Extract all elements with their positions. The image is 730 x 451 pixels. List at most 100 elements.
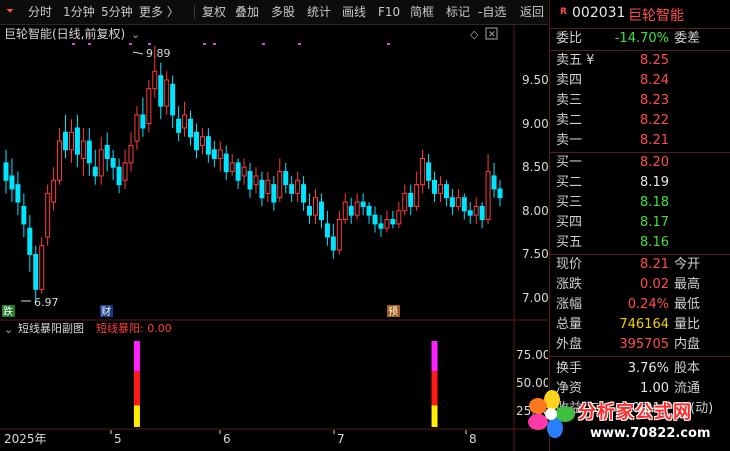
candle-body[interactable] bbox=[307, 205, 313, 216]
candle-body[interactable] bbox=[437, 184, 443, 194]
candle-body[interactable] bbox=[205, 136, 211, 155]
candle-body[interactable] bbox=[98, 149, 104, 177]
candle-body[interactable] bbox=[426, 162, 432, 181]
candle-body[interactable] bbox=[491, 175, 497, 190]
collapse-icon[interactable]: ⌄ bbox=[131, 28, 140, 41]
candle-body[interactable] bbox=[176, 118, 182, 133]
candle-body[interactable] bbox=[277, 171, 283, 199]
statistics-button[interactable]: 统计 bbox=[307, 0, 331, 24]
fuquan-button[interactable]: 复权 bbox=[202, 0, 226, 24]
kline-chart-svg[interactable]: 巨轮智能(日线,前复权) ⌄ ◇ ✕ 9.50 9.00 8.50 8.00 7… bbox=[0, 25, 548, 451]
candle-body[interactable] bbox=[140, 114, 146, 129]
candle-body[interactable] bbox=[86, 140, 92, 164]
candle-body[interactable] bbox=[485, 171, 491, 221]
candle-body[interactable] bbox=[152, 70, 158, 90]
candle-body[interactable] bbox=[116, 166, 122, 186]
buy5-row[interactable]: 买五 8.16 bbox=[550, 232, 730, 254]
candle-body[interactable] bbox=[68, 131, 74, 151]
candle-body[interactable] bbox=[295, 179, 301, 194]
candle-body[interactable] bbox=[15, 184, 21, 203]
candle-body[interactable] bbox=[128, 144, 134, 164]
remove-watchlist-button[interactable]: -自选 bbox=[478, 0, 506, 24]
subchart-collapse-icon[interactable]: ⌄ bbox=[4, 323, 13, 336]
candle-body[interactable] bbox=[348, 205, 354, 216]
candle-body[interactable] bbox=[170, 83, 176, 116]
candle-body[interactable] bbox=[199, 136, 205, 146]
candle-body[interactable] bbox=[378, 223, 384, 229]
candle-body[interactable] bbox=[390, 219, 396, 225]
candle-body[interactable] bbox=[63, 131, 69, 151]
draw-line-button[interactable]: 画线 bbox=[342, 0, 366, 24]
sell4-row[interactable]: 卖四 8.24 bbox=[550, 70, 730, 92]
candle-body[interactable] bbox=[217, 149, 223, 159]
candle-body[interactable] bbox=[432, 179, 438, 194]
candle-body[interactable] bbox=[253, 175, 259, 186]
chart-settings-icon[interactable]: ⏷ bbox=[6, 0, 14, 24]
candle-body[interactable] bbox=[241, 166, 247, 177]
cai-marker[interactable]: 财 bbox=[101, 305, 111, 318]
buy1-row[interactable]: 买一 8.20 bbox=[550, 152, 730, 174]
candle-body[interactable] bbox=[223, 153, 229, 173]
buy2-row[interactable]: 买二 8.19 bbox=[550, 172, 730, 194]
candle-body[interactable] bbox=[312, 197, 318, 216]
kline-chart-area[interactable]: 巨轮智能(日线,前复权) ⌄ ◇ ✕ 9.50 9.00 8.50 8.00 7… bbox=[0, 25, 548, 451]
simple-frame-button[interactable]: 简框 bbox=[410, 0, 434, 24]
candle-body[interactable] bbox=[461, 197, 467, 212]
mark-button[interactable]: 标记 bbox=[446, 0, 470, 24]
candle-body[interactable] bbox=[360, 201, 366, 207]
candle-body[interactable] bbox=[211, 149, 217, 159]
candle-body[interactable] bbox=[473, 205, 479, 216]
sell1-row[interactable]: 卖一 8.21 bbox=[550, 130, 730, 152]
sell5-row[interactable]: 卖五 ¥ 8.25 bbox=[550, 50, 730, 72]
candle-body[interactable] bbox=[104, 144, 110, 159]
back-button[interactable]: 返回 bbox=[520, 0, 544, 24]
candle-body[interactable] bbox=[39, 245, 45, 290]
candle-body[interactable] bbox=[443, 184, 449, 199]
candle-body[interactable] bbox=[45, 192, 51, 238]
candle-body[interactable] bbox=[408, 192, 414, 207]
candle-body[interactable] bbox=[57, 140, 63, 181]
candle-body[interactable] bbox=[342, 201, 348, 221]
candle-body[interactable] bbox=[164, 79, 170, 107]
candle-body[interactable] bbox=[229, 162, 235, 173]
tab-5min[interactable]: 5分钟 bbox=[101, 0, 133, 24]
candle-body[interactable] bbox=[336, 219, 342, 251]
candle-body[interactable] bbox=[318, 201, 324, 221]
buy4-row[interactable]: 买四 8.17 bbox=[550, 212, 730, 234]
candle-body[interactable] bbox=[271, 184, 277, 203]
yu-marker[interactable]: 预 bbox=[388, 306, 398, 318]
candle-body[interactable] bbox=[51, 179, 57, 203]
candle-body[interactable] bbox=[330, 236, 336, 251]
candle-body[interactable] bbox=[134, 114, 140, 142]
candle-body[interactable] bbox=[158, 75, 164, 107]
candle-body[interactable] bbox=[122, 162, 128, 181]
candle-body[interactable] bbox=[479, 205, 485, 221]
sell3-row[interactable]: 卖三 8.23 bbox=[550, 90, 730, 112]
candle-body[interactable] bbox=[372, 214, 378, 225]
candle-body[interactable] bbox=[21, 205, 27, 225]
candle-body[interactable] bbox=[396, 210, 402, 225]
buy3-row[interactable]: 买三 8.18 bbox=[550, 192, 730, 214]
candle-body[interactable] bbox=[110, 157, 116, 168]
diamond-icon[interactable]: ◇ bbox=[470, 28, 479, 41]
candle-body[interactable] bbox=[449, 197, 455, 207]
candle-body[interactable] bbox=[420, 157, 426, 186]
candle-body[interactable] bbox=[283, 171, 289, 186]
candle-body[interactable] bbox=[384, 219, 390, 229]
candle-body[interactable] bbox=[289, 184, 295, 194]
multi-stock-button[interactable]: 多股 bbox=[271, 0, 295, 24]
candle-body[interactable] bbox=[467, 210, 473, 216]
candle-body[interactable] bbox=[146, 88, 152, 125]
candle-body[interactable] bbox=[301, 184, 307, 203]
candle-body[interactable] bbox=[92, 166, 98, 177]
sell2-row[interactable]: 卖二 8.22 bbox=[550, 110, 730, 132]
candle-body[interactable] bbox=[265, 179, 271, 194]
candle-body[interactable] bbox=[402, 192, 408, 212]
candle-body[interactable] bbox=[33, 253, 39, 290]
f10-button[interactable]: F10 bbox=[378, 0, 400, 24]
candle-body[interactable] bbox=[235, 162, 241, 181]
candle-body[interactable] bbox=[259, 179, 265, 199]
candle-body[interactable] bbox=[414, 184, 420, 207]
die-marker[interactable]: 跌 bbox=[3, 305, 13, 318]
candle-body[interactable] bbox=[188, 118, 194, 138]
